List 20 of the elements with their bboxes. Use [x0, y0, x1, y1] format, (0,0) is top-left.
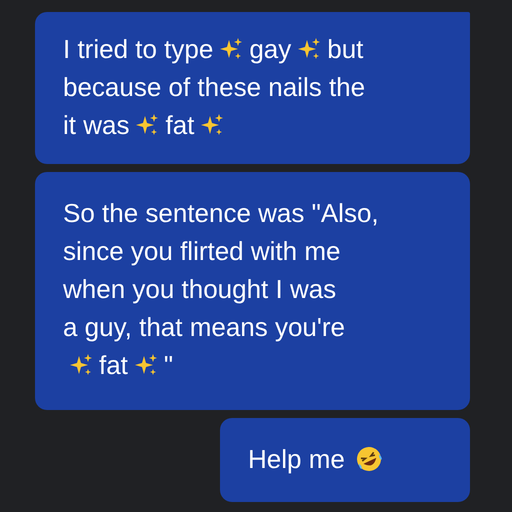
message-text: a guy, that means you're	[63, 311, 345, 344]
message-text: it was	[63, 109, 130, 142]
message-text: So the sentence was "Also,	[63, 197, 379, 230]
message-text: but	[327, 33, 364, 66]
message-text: fat	[99, 349, 128, 382]
message-text: "	[164, 349, 174, 382]
sparkles-icon	[134, 353, 158, 377]
sparkles-icon	[135, 113, 160, 137]
laughing-emoji-icon	[354, 445, 383, 473]
message-text: Help me	[248, 443, 345, 476]
sparkles-icon	[200, 113, 224, 137]
message-text: gay	[249, 33, 292, 66]
message-text: when you thought I was	[63, 273, 336, 306]
message-text: fat	[165, 109, 194, 142]
sparkles-icon	[297, 37, 322, 61]
message-text: because of these nails the	[63, 71, 366, 104]
sparkles-icon	[69, 353, 93, 377]
sparkles-icon	[219, 37, 244, 61]
message-text: I tried to type	[63, 33, 214, 66]
message-text: since you flirted with me	[63, 235, 340, 268]
